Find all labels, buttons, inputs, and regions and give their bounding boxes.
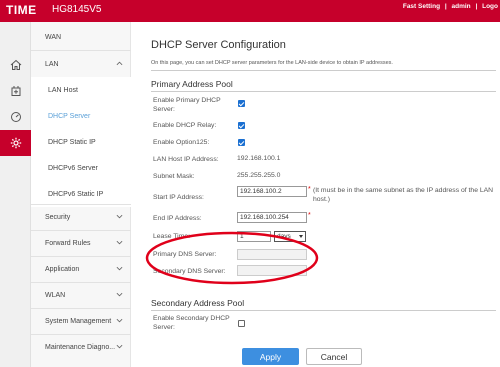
- header-separator: |: [475, 3, 478, 10]
- sidebar-item-label: DHCP Server: [48, 112, 91, 120]
- sidebar-item-label: DHCP Static IP: [48, 138, 96, 146]
- enable-secondary-dhcp-checkbox[interactable]: [238, 320, 245, 327]
- top-header: TIME HG8145V5 Fast Setting | admin | Log…: [0, 0, 500, 22]
- sidebar-item-lan[interactable]: LAN: [31, 51, 131, 77]
- enable-option125-checkbox[interactable]: [238, 139, 245, 146]
- page-description: On this page, you can set DHCP server pa…: [151, 60, 393, 66]
- enable-dhcp-relay-label: Enable DHCP Relay:: [153, 122, 217, 129]
- sidebar-item-label: LAN Host: [48, 86, 78, 94]
- lan-host-ip-value: 192.168.100.1: [237, 155, 281, 162]
- chevron-down-icon: [116, 266, 123, 271]
- main-content: DHCP Server Configuration On this page, …: [140, 22, 500, 367]
- enable-primary-dhcp-checkbox[interactable]: [238, 100, 245, 107]
- speed-nav[interactable]: [0, 104, 31, 130]
- sidebar-item-label: DHCPv6 Server: [48, 164, 98, 172]
- required-mark: *: [308, 212, 311, 219]
- brand-logo: TIME: [6, 3, 37, 17]
- annotation-ellipse: [145, 231, 319, 285]
- cancel-button[interactable]: Cancel: [306, 348, 362, 365]
- required-mark: *: [308, 186, 311, 193]
- speedometer-icon: [10, 112, 21, 122]
- gear-icon: [10, 137, 21, 149]
- fast-setting-link[interactable]: Fast Setting: [403, 3, 440, 10]
- chevron-down-icon: [116, 292, 123, 297]
- start-ip-input[interactable]: 192.168.100.2: [237, 186, 307, 197]
- user-link[interactable]: admin: [452, 3, 471, 10]
- divider: [151, 91, 496, 92]
- sidebar-item-system-management[interactable]: System Management: [31, 308, 131, 334]
- subnet-mask-label: Subnet Mask:: [153, 173, 195, 180]
- sidebar-item-label: LAN: [45, 60, 59, 68]
- subnet-mask-value: 255.255.255.0: [237, 172, 281, 179]
- logout-link[interactable]: Logo: [482, 3, 498, 10]
- sidebar-item-forward-rules[interactable]: Forward Rules: [31, 230, 131, 256]
- settings-nav[interactable]: [0, 130, 31, 156]
- chevron-down-icon: [116, 318, 123, 323]
- enable-secondary-dhcp-label: Enable Secondary DHCP Server:: [153, 315, 230, 331]
- sidebar-item-application[interactable]: Application: [31, 256, 131, 282]
- sidebar-item-dhcp-server[interactable]: DHCP Server: [31, 103, 131, 129]
- device-model: HG8145V5: [52, 4, 102, 15]
- sidebar-item-security[interactable]: Security: [31, 204, 131, 230]
- end-ip-label: End IP Address:: [153, 215, 202, 222]
- sidebar-item-label: Maintenance Diagno...: [45, 343, 116, 351]
- home-nav[interactable]: [0, 52, 31, 78]
- sidebar-item-label: WLAN: [45, 291, 66, 299]
- start-ip-label: Start IP Address:: [153, 194, 204, 201]
- sidebar-item-wan[interactable]: WAN: [31, 24, 131, 50]
- start-ip-hint: (It must be in the same subnet as the IP…: [313, 187, 494, 203]
- sidebar-item-wlan[interactable]: WLAN: [31, 282, 131, 308]
- lan-host-ip-label: LAN Host IP Address:: [153, 156, 219, 163]
- sidebar-item-label: DHCPv6 Static IP: [48, 190, 104, 198]
- enable-option125-label: Enable Option125:: [153, 139, 210, 146]
- sidebar-item-label: System Management: [45, 317, 112, 325]
- sidebar-item-dhcpv6-server[interactable]: DHCPv6 Server: [31, 155, 131, 181]
- page-title: DHCP Server Configuration: [151, 39, 286, 51]
- header-links: Fast Setting | admin | Logo: [400, 3, 498, 10]
- sidebar-item-label: Security: [45, 213, 71, 221]
- add-box-nav[interactable]: [0, 78, 31, 104]
- primary-pool-title: Primary Address Pool: [151, 79, 233, 89]
- sidebar: WAN LAN LAN Host DHCP Server DHCP Static…: [31, 22, 131, 367]
- enable-primary-dhcp-label: Enable Primary DHCP Server:: [153, 97, 221, 113]
- chevron-down-icon: [116, 240, 123, 245]
- sidebar-item-label: WAN: [45, 33, 62, 41]
- enable-dhcp-relay-checkbox[interactable]: [238, 122, 245, 129]
- chevron-down-icon: [116, 214, 123, 219]
- sidebar-item-lan-host[interactable]: LAN Host: [31, 77, 131, 103]
- chevron-up-icon: [116, 61, 123, 66]
- end-ip-input[interactable]: 192.168.100.254: [237, 212, 307, 223]
- chevron-down-icon: [116, 344, 123, 349]
- header-separator: |: [444, 3, 447, 10]
- icon-rail: [0, 22, 31, 367]
- sidebar-item-maintenance-diagnosis[interactable]: Maintenance Diagno...: [31, 334, 131, 360]
- secondary-pool-title: Secondary Address Pool: [151, 298, 245, 308]
- sidebar-item-dhcp-static-ip[interactable]: DHCP Static IP: [31, 129, 131, 155]
- sidebar-item-label: Forward Rules: [45, 239, 91, 247]
- home-icon: [10, 59, 21, 70]
- divider: [151, 70, 496, 71]
- add-box-icon: [11, 86, 20, 96]
- divider: [151, 310, 496, 311]
- apply-button[interactable]: Apply: [242, 348, 299, 365]
- sidebar-item-label: Application: [45, 265, 80, 273]
